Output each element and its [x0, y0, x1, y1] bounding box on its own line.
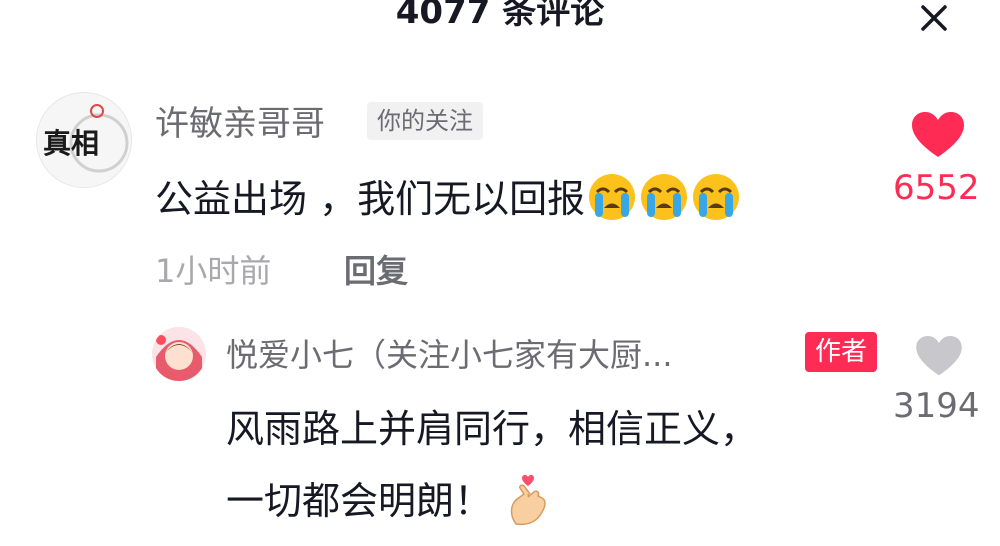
- finger-heart-icon: [506, 472, 552, 535]
- commenter-avatar[interactable]: 真相: [36, 92, 132, 188]
- reply-text-line-2-body: 一切都会明朗！: [226, 479, 493, 523]
- following-badge: 你的关注: [367, 102, 483, 140]
- reply-author-avatar[interactable]: [152, 327, 206, 381]
- comment-timestamp: 1小时前: [155, 252, 272, 290]
- reply-like-button[interactable]: [916, 336, 962, 382]
- loudly-crying-face-icon: [587, 172, 637, 231]
- reply-text-line-1: 风雨路上并肩同行，相信正义，: [226, 407, 759, 451]
- reply-text-line-2: 一切都会明朗！: [226, 470, 552, 535]
- heart-icon: [912, 112, 964, 157]
- author-badge: 作者: [805, 332, 878, 372]
- comment-author-name[interactable]: 许敏亲哥哥: [155, 96, 325, 145]
- reply-like-count: 3194: [893, 386, 980, 426]
- reply-author-name[interactable]: 悦爱小七（关注小七家有大厨...: [226, 330, 673, 376]
- comments-count-title: 4077 条评论: [395, 0, 605, 32]
- loudly-crying-face-icon: [639, 172, 689, 231]
- loudly-crying-face-icon: [691, 172, 741, 231]
- avatar-text: 真相: [43, 127, 99, 160]
- like-button[interactable]: [912, 112, 964, 164]
- comment-text: 公益出场 ，我们无以回报: [155, 168, 741, 231]
- close-icon: [921, 5, 947, 31]
- heart-outline-icon: [916, 336, 962, 376]
- reply-button[interactable]: 回复: [344, 246, 408, 292]
- like-count: 6552: [893, 168, 980, 208]
- close-button[interactable]: [912, 0, 956, 40]
- comment-body: 公益出场 ，我们无以回报: [155, 177, 586, 221]
